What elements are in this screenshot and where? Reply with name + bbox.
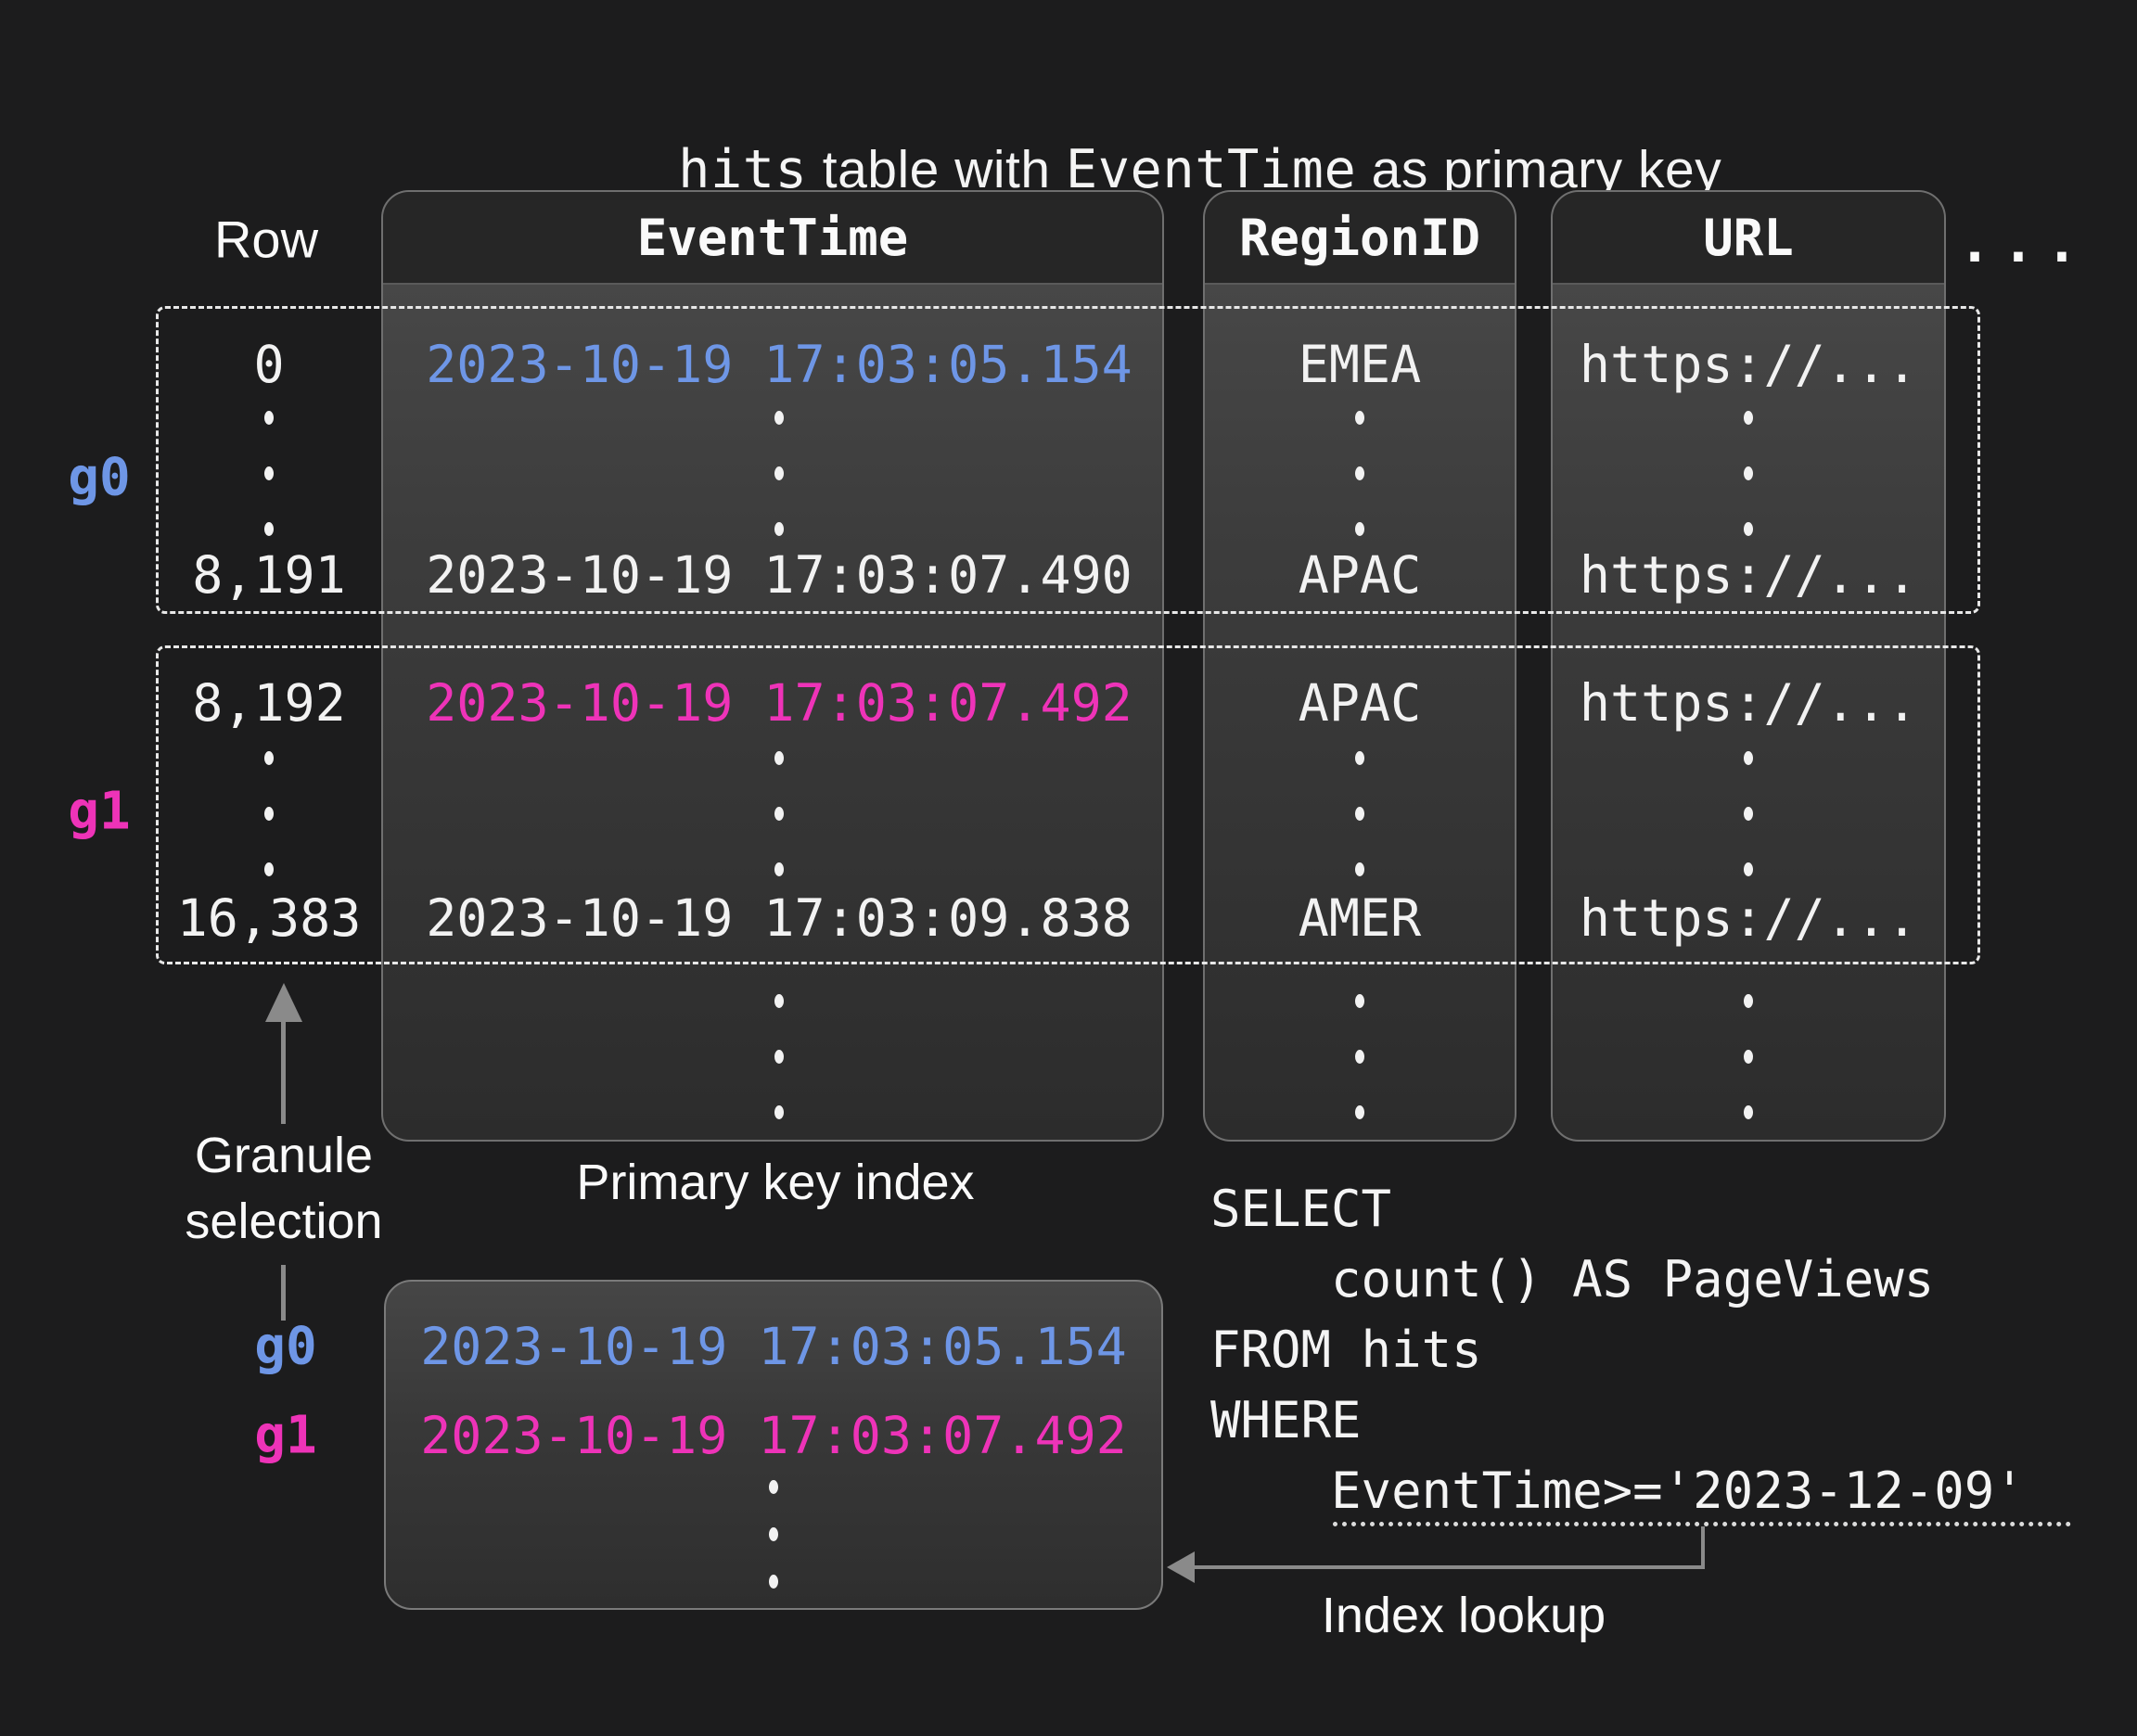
sql-line: SELECT bbox=[1210, 1174, 2025, 1245]
vertical-ellipsis bbox=[264, 411, 274, 536]
url-cell: https://... bbox=[1580, 888, 1917, 948]
index-lookup-connector-vertical bbox=[1701, 1526, 1705, 1569]
region-cell: AMER bbox=[1299, 888, 1421, 948]
row-number-cell: 8,192 bbox=[192, 673, 346, 733]
vertical-ellipsis bbox=[264, 751, 274, 876]
sql-line: WHERE bbox=[1210, 1385, 2025, 1456]
vertical-ellipsis bbox=[774, 411, 784, 536]
vertical-ellipsis bbox=[1744, 751, 1753, 876]
pk-entry-value-g1: 2023-10-19 17:03:07.492 bbox=[420, 1406, 1127, 1465]
row-number-cell: 16,383 bbox=[177, 888, 362, 948]
vertical-ellipsis bbox=[1355, 751, 1364, 876]
pk-entry-label-g1: g1 bbox=[254, 1406, 316, 1466]
vertical-ellipsis bbox=[1744, 994, 1753, 1119]
url-cell: https://... bbox=[1580, 673, 1917, 733]
granule-selection-arrow-shaft bbox=[281, 1020, 286, 1124]
granule-label-g1: g1 bbox=[68, 782, 130, 842]
url-cell: https://... bbox=[1580, 545, 1917, 605]
vertical-ellipsis bbox=[774, 751, 784, 876]
region-cell: EMEA bbox=[1299, 335, 1421, 394]
index-lookup-arrowhead bbox=[1167, 1551, 1195, 1583]
granule-selection-label: Granule selection bbox=[185, 1123, 382, 1255]
granule-selection-line2: selection bbox=[185, 1189, 382, 1255]
vertical-ellipsis bbox=[1355, 411, 1364, 536]
url-cell: https://... bbox=[1580, 335, 1917, 394]
region-cell: APAC bbox=[1299, 673, 1421, 733]
eventtime-cell: 2023-10-19 17:03:09.838 bbox=[426, 888, 1132, 948]
pk-entry-value-g0: 2023-10-19 17:03:05.154 bbox=[420, 1317, 1127, 1376]
eventtime-cell: 2023-10-19 17:03:07.490 bbox=[426, 545, 1132, 605]
eventtime-cell-g0-min: 2023-10-19 17:03:05.154 bbox=[426, 335, 1132, 394]
column-header-regionid: RegionID bbox=[1205, 192, 1515, 285]
row-number-cell: 8,191 bbox=[192, 545, 346, 605]
granule-selection-arrowhead bbox=[265, 983, 302, 1022]
primary-key-index-title: Primary key index bbox=[576, 1154, 974, 1211]
row-column-header: Row bbox=[214, 210, 318, 270]
column-header-eventtime: EventTime bbox=[383, 192, 1162, 285]
sql-line: FROM hits bbox=[1210, 1315, 2025, 1385]
more-columns-ellipsis: ... bbox=[1959, 211, 2090, 274]
vertical-ellipsis bbox=[1355, 994, 1364, 1119]
vertical-ellipsis bbox=[769, 1480, 778, 1589]
pk-entry-label-g0: g0 bbox=[254, 1317, 316, 1377]
granule-label-g0: g0 bbox=[68, 448, 130, 508]
column-header-url: URL bbox=[1553, 192, 1944, 285]
row-number-cell: 0 bbox=[253, 335, 284, 394]
granule-selection-connector bbox=[281, 1265, 286, 1321]
granule-selection-line1: Granule bbox=[185, 1123, 382, 1189]
diagram-canvas: hits table with EventTime as primary key… bbox=[0, 0, 2137, 1736]
vertical-ellipsis bbox=[774, 994, 784, 1119]
index-lookup-connector-horizontal bbox=[1193, 1565, 1705, 1569]
region-cell: APAC bbox=[1299, 545, 1421, 605]
vertical-ellipsis bbox=[1744, 411, 1753, 536]
sql-line: count() AS PageViews bbox=[1210, 1245, 2025, 1315]
index-lookup-label: Index lookup bbox=[1322, 1587, 1606, 1644]
eventtime-cell-g1-min: 2023-10-19 17:03:07.492 bbox=[426, 673, 1132, 733]
sql-query: SELECT count() AS PageViews FROM hits WH… bbox=[1210, 1174, 2025, 1526]
sql-line: EventTime>='2023-12-09' bbox=[1210, 1456, 2025, 1526]
